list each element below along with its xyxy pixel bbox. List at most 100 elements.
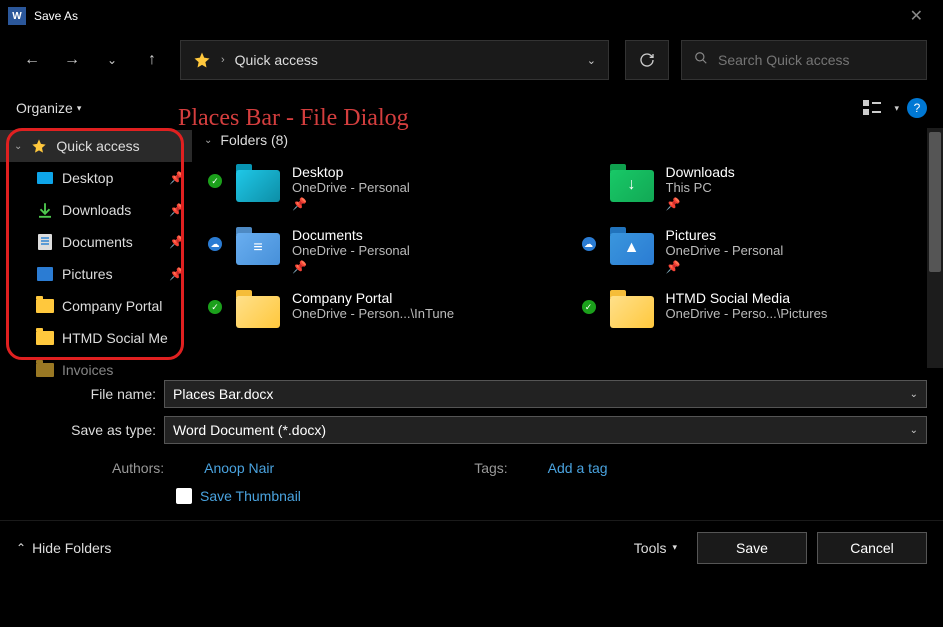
folder-name: Documents: [292, 227, 410, 243]
sidebar-item-quick-access[interactable]: ⌄ Quick access: [0, 130, 192, 162]
tools-label: Tools: [634, 540, 667, 556]
address-bar[interactable]: › Quick access ⌄: [180, 40, 609, 80]
folder-icon: ▲: [610, 227, 654, 265]
chevron-down-icon[interactable]: ⌄: [910, 389, 918, 400]
folder-location: OneDrive - Perso...\Pictures: [666, 306, 828, 321]
scrollbar-vertical[interactable]: [927, 128, 943, 368]
save-form: File name: ⌄ Save as type: Word Document…: [0, 368, 943, 520]
sidebar-item-company-portal[interactable]: Company Portal: [0, 290, 192, 322]
chevron-up-icon: ⌃: [16, 541, 26, 555]
folder-item[interactable]: ☁≡DocumentsOneDrive - Personal📌: [204, 223, 558, 278]
folder-item[interactable]: ☁ ▲ PicturesOneDrive - Personal📌: [578, 223, 932, 278]
search-box[interactable]: [681, 40, 927, 80]
search-icon: [694, 51, 708, 70]
pin-icon: 📌: [169, 267, 184, 281]
folder-location: OneDrive - Personal: [666, 243, 784, 258]
filename-input[interactable]: [173, 386, 910, 402]
folder-icon: [610, 290, 654, 328]
save-type-combobox[interactable]: Word Document (*.docx) ⌄: [164, 416, 927, 444]
folder-icon: [36, 297, 54, 315]
folder-item[interactable]: ✓DesktopOneDrive - Personal📌: [204, 160, 558, 215]
sidebar-item-pictures[interactable]: Pictures 📌: [0, 258, 192, 290]
sidebar-item-documents[interactable]: Documents 📌: [0, 226, 192, 258]
folder-info: Company PortalOneDrive - Person...\InTun…: [292, 290, 454, 321]
search-input[interactable]: [718, 52, 914, 68]
sidebar-root-label: Quick access: [56, 138, 139, 154]
folder-item[interactable]: ↓DownloadsThis PC📌: [578, 160, 932, 215]
folder-location: This PC: [666, 180, 735, 195]
hide-folders-button[interactable]: ⌃ Hide Folders: [16, 540, 111, 556]
folder-info: PicturesOneDrive - Personal📌: [666, 227, 784, 274]
folder-icon: [36, 329, 54, 347]
organize-button[interactable]: Organize ▾: [16, 100, 81, 116]
hide-folders-label: Hide Folders: [32, 540, 111, 556]
forward-button[interactable]: →: [56, 44, 88, 76]
folder-location: OneDrive - Person...\InTune: [292, 306, 454, 321]
caret-down-icon[interactable]: ▾: [894, 103, 899, 114]
tools-button[interactable]: Tools ▾: [624, 534, 687, 562]
sync-cloud-icon: ☁: [208, 237, 222, 251]
up-button[interactable]: ↑: [136, 44, 168, 76]
sidebar-item-downloads[interactable]: Downloads 📌: [0, 194, 192, 226]
folder-name: Desktop: [292, 164, 410, 180]
desktop-icon: [36, 169, 54, 187]
authors-label: Authors:: [112, 460, 164, 476]
pin-icon: 📌: [169, 203, 184, 217]
title-bar: W Save As ✕: [0, 0, 943, 32]
save-thumbnail-label[interactable]: Save Thumbnail: [200, 488, 301, 504]
tags-value[interactable]: Add a tag: [548, 460, 608, 476]
sync-badge-col: ✓: [208, 290, 224, 314]
filename-label: File name:: [16, 386, 156, 402]
recent-dropdown[interactable]: ⌄: [96, 44, 128, 76]
back-button[interactable]: ←: [16, 44, 48, 76]
help-button[interactable]: ?: [907, 98, 927, 118]
refresh-button[interactable]: [625, 40, 669, 80]
save-type-label: Save as type:: [16, 422, 156, 438]
sync-badge-col: ☁: [208, 227, 224, 251]
pin-icon: 📌: [666, 197, 735, 211]
folder-item[interactable]: ✓ Company PortalOneDrive - Person...\InTu…: [204, 286, 558, 332]
save-button[interactable]: Save: [697, 532, 807, 564]
chevron-down-icon[interactable]: ⌄: [910, 425, 918, 436]
caret-down-icon: ▾: [77, 103, 82, 114]
sync-check-icon: ✓: [582, 300, 596, 314]
caret-down-icon: ▾: [672, 542, 677, 553]
sync-badge-col: ✓: [208, 164, 224, 188]
filename-combobox[interactable]: ⌄: [164, 380, 927, 408]
sync-cloud-icon: ☁: [582, 237, 596, 251]
folders-header[interactable]: ⌄ Folders (8): [204, 132, 931, 148]
sidebar-item-label: Invoices: [62, 362, 113, 378]
folders-header-label: Folders (8): [220, 132, 288, 148]
cancel-button[interactable]: Cancel: [817, 532, 927, 564]
chevron-down-icon[interactable]: ⌄: [587, 54, 596, 67]
scrollbar-thumb[interactable]: [929, 132, 941, 272]
pin-icon: 📌: [169, 235, 184, 249]
folder-view: ⌄ Folders (8) ✓ Desktop OneDrive - Persona…: [192, 128, 943, 368]
folder-item[interactable]: ✓HTMD Social MediaOneDrive - Perso...\Pi…: [578, 286, 932, 332]
address-text: Quick access: [235, 52, 577, 68]
folder-icon: [236, 290, 280, 328]
navigation-bar: ← → ⌄ ↑ › Quick access ⌄: [0, 32, 943, 88]
authors-value[interactable]: Anoop Nair: [204, 460, 274, 476]
view-mode-button[interactable]: [858, 94, 886, 122]
save-thumbnail-checkbox[interactable]: [176, 488, 192, 504]
organize-label: Organize: [16, 100, 73, 116]
sidebar-item-label: Pictures: [62, 266, 113, 282]
folder-icon: ≡: [236, 227, 280, 265]
chevron-down-icon: ⌄: [204, 135, 212, 146]
pin-icon: 📌: [292, 197, 410, 211]
folder-name: Pictures: [666, 227, 784, 243]
sidebar-item-desktop[interactable]: Desktop 📌: [0, 162, 192, 194]
path-separator-icon: ›: [221, 54, 225, 66]
word-icon: W: [8, 7, 26, 25]
sync-check-icon: ✓: [208, 174, 222, 188]
sidebar-item-htmd[interactable]: HTMD Social Me: [0, 322, 192, 354]
folder-icon: [36, 361, 54, 379]
close-button[interactable]: ✕: [898, 2, 935, 30]
sidebar-item-label: Documents: [62, 234, 133, 250]
sidebar-item-label: Desktop: [62, 170, 113, 186]
sidebar-item-invoices[interactable]: Invoices: [0, 354, 192, 386]
star-icon: [193, 51, 211, 69]
folder-icon: [236, 164, 280, 202]
sync-badge-col: ☁: [582, 227, 598, 251]
